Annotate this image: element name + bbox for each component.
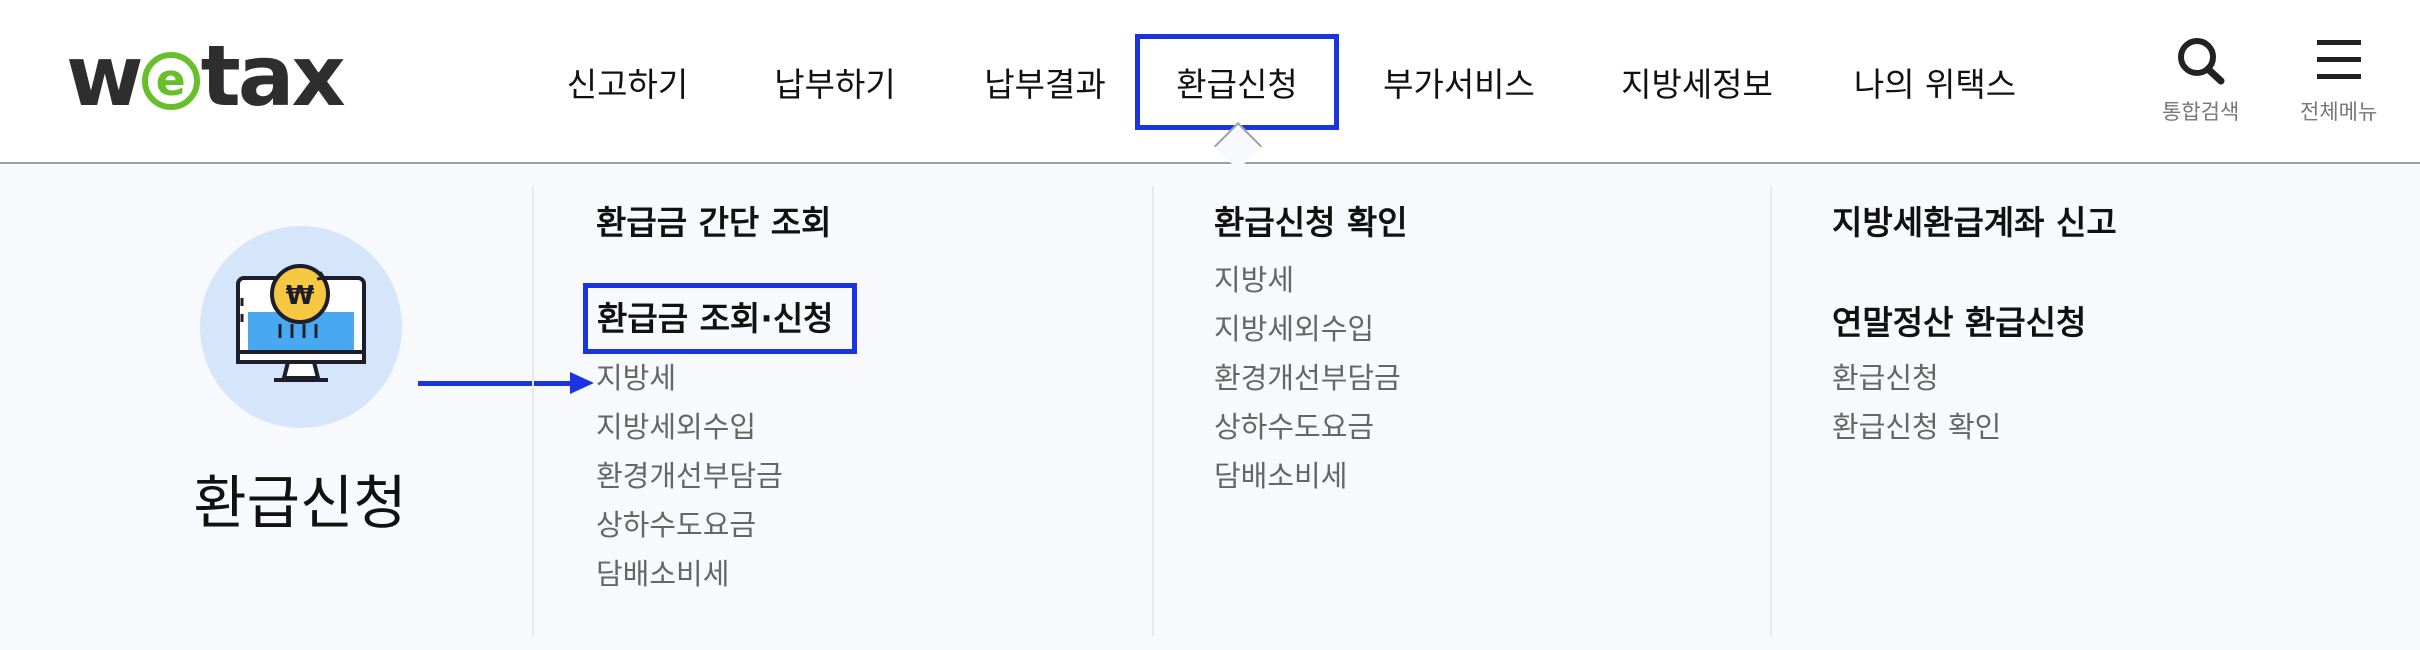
- menu-link-refund-status[interactable]: 환급신청 확인: [1214, 206, 1408, 239]
- all-menu-label: 전체메뉴: [2300, 100, 2378, 124]
- hamburger-icon: [2316, 40, 2361, 79]
- nav-item-label: 납부하기: [774, 65, 896, 104]
- submenu-link-environment-charge[interactable]: 환경개선부담금: [1214, 364, 1401, 393]
- submenu-link-refund-status[interactable]: 환급신청 확인: [1832, 413, 2001, 442]
- menu-link-year-end-refund[interactable]: 연말정산 환급신청: [1832, 306, 2086, 339]
- search-button[interactable]: 통합검색: [2162, 36, 2239, 126]
- submenu-link-water-fee[interactable]: 상하수도요금: [596, 511, 756, 540]
- search-label: 통합검색: [2162, 100, 2240, 124]
- refund-badge: ₩: [200, 226, 402, 428]
- nav-item-label: 신고하기: [566, 65, 689, 104]
- logo-tax: tax: [200, 27, 346, 125]
- search-icon: [2177, 38, 2225, 85]
- nav-item-report[interactable]: 신고하기: [540, 34, 715, 130]
- nav-item-label: 나의 위택스: [1853, 65, 2017, 104]
- nav-item-label: 납부결과: [984, 65, 1106, 104]
- submenu-link-local-tax[interactable]: 지방세: [1214, 266, 1294, 295]
- submenu-link-non-tax-revenue[interactable]: 지방세외수입: [596, 413, 756, 442]
- site-header: w e tax 신고하기 납부하기 납부결과 환급신청 부가서비스 지방세정보 …: [0, 0, 2420, 164]
- column-divider: [532, 186, 534, 636]
- main-nav: 신고하기 납부하기 납부결과 환급신청 부가서비스 지방세정보 나의 위택스: [540, 32, 2035, 132]
- logo-e-circle: e: [141, 52, 200, 110]
- panel-title: 환급신청: [193, 469, 407, 537]
- nav-item-additional-services[interactable]: 부가서비스: [1359, 34, 1559, 130]
- nav-item-label: 부가서비스: [1383, 65, 1535, 104]
- submenu-link-tobacco-tax[interactable]: 담배소비세: [1214, 462, 1347, 491]
- nav-item-local-tax-info[interactable]: 지방세정보: [1597, 34, 1797, 130]
- submenu-link-tobacco-tax[interactable]: 담배소비세: [596, 560, 729, 589]
- menu-link-refund-quick-lookup[interactable]: 환급금 간단 조회: [596, 206, 832, 239]
- nav-item-payment-result[interactable]: 납부결과: [970, 34, 1120, 130]
- pointer-arrow-shaft: [418, 381, 576, 386]
- nav-item-my-wetax[interactable]: 나의 위택스: [1835, 34, 2035, 130]
- pointer-arrow-head: [570, 372, 594, 394]
- svg-text:₩: ₩: [286, 281, 315, 311]
- column-divider: [1770, 186, 1772, 636]
- submenu-link-environment-charge[interactable]: 환경개선부담금: [596, 462, 783, 491]
- nav-item-refund[interactable]: 환급신청: [1135, 34, 1339, 130]
- nav-item-label: 지방세정보: [1621, 65, 1773, 104]
- submenu-link-refund-apply[interactable]: 환급신청: [1832, 364, 1939, 393]
- nav-item-label: 환급신청: [1176, 65, 1298, 104]
- submenu-link-water-fee[interactable]: 상하수도요금: [1214, 413, 1374, 442]
- refund-mega-menu: ₩ 환급신청 환급금 간단 조회 환급금 조회·신청 지방세 지방세외수입 환경…: [0, 166, 2420, 650]
- logo-w: w: [66, 27, 144, 125]
- wetax-logo[interactable]: w e tax: [66, 27, 346, 125]
- menu-link-refund-lookup-apply[interactable]: 환급금 조회·신청: [583, 283, 857, 354]
- all-menu-button[interactable]: 전체메뉴: [2300, 36, 2377, 126]
- column-divider: [1152, 186, 1154, 636]
- menu-link-refund-account-report[interactable]: 지방세환급계좌 신고: [1832, 206, 2117, 239]
- nav-item-payment[interactable]: 납부하기: [760, 34, 910, 130]
- submenu-link-local-tax[interactable]: 지방세: [596, 364, 676, 393]
- submenu-link-non-tax-revenue[interactable]: 지방세외수입: [1214, 315, 1374, 344]
- refund-monitor-icon: ₩: [236, 264, 366, 382]
